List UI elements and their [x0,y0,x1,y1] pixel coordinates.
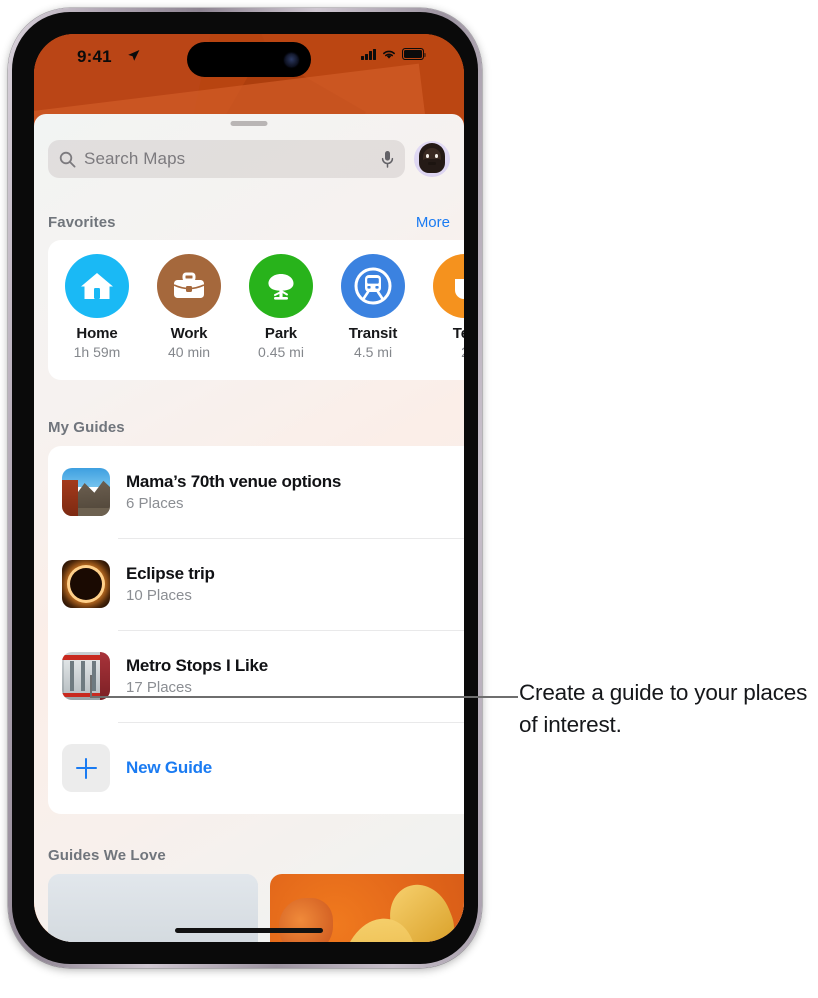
guide-title: Mama’s 70th venue options [126,472,342,491]
new-guide-button[interactable]: New Guide [48,722,464,814]
callout-text: Create a guide to your places of interes… [519,680,808,737]
favorite-sublabel: 40 min [167,344,211,360]
favorite-item-park[interactable]: Park 0.45 mi [244,254,318,360]
favorite-sublabel: 1h 59m [73,344,121,360]
memoji-avatar[interactable] [414,141,450,177]
favorites-more-button[interactable]: More [416,214,450,231]
train-icon [341,254,405,318]
guide-places-count: 6 Places [126,495,184,512]
status-time: 9:41 [77,47,112,66]
favorite-item-tea[interactable]: Tea 2 [428,254,464,360]
iphone-device-frame: 9:41 Search Maps Favorites More Home 1h … [8,8,482,968]
new-guide-label: New Guide [126,758,213,777]
cup-icon [433,254,464,318]
favorite-sublabel: 0.45 mi [258,344,304,360]
guide-row[interactable]: Mama’s 70th venue options 6 Places [48,446,464,538]
favorite-label: Tea [452,325,464,342]
device-bezel: 9:41 Search Maps Favorites More Home 1h … [12,12,478,964]
my-guides-card: Mama’s 70th venue options 6 Places Eclip… [48,446,464,814]
callout-leader-line [90,675,518,698]
search-row: Search Maps [34,138,464,180]
favorite-sublabel: 2 [428,344,464,360]
tree-icon [249,254,313,318]
solar-eclipse-thumbnail [62,560,110,608]
favorite-label: Work [170,325,208,342]
my-guides-section-title: My Guides [48,419,125,436]
search-icon [59,151,76,168]
favorite-label: Home [76,325,118,342]
favorite-label: Park [264,325,298,342]
maps-bottom-sheet[interactable]: Search Maps Favorites More Home 1h 59m W… [34,114,464,942]
wifi-icon [383,50,395,59]
favorites-card: Home 1h 59m Work 40 min Park 0.45 mi Tra… [48,240,464,380]
favorite-item-work[interactable]: Work 40 min [152,254,226,360]
favorite-sublabel: 4.5 mi [353,344,393,360]
search-placeholder: Search Maps [84,149,186,168]
favorites-section-title: Favorites [48,214,116,231]
guide-row[interactable]: Eclipse trip 10 Places [48,538,464,630]
status-bar: 9:41 [34,34,464,86]
guide-places-count: 10 Places [126,587,192,604]
battery-full-icon [402,48,427,60]
status-indicators [361,48,427,60]
favorite-label: Transit [348,325,398,342]
microphone-icon[interactable] [381,150,394,169]
sheet-grabber[interactable] [230,121,268,126]
desert-canyon-thumbnail [62,468,110,516]
cellular-bars-icon [361,48,376,60]
location-arrow-icon [128,50,140,61]
briefcase-icon [157,254,221,318]
dynamic-island[interactable] [187,42,311,77]
search-input[interactable]: Search Maps [48,140,405,178]
plus-icon [62,744,110,792]
screenshot-root: 9:41 Search Maps Favorites More Home 1h … [0,0,818,998]
phone-screen: 9:41 Search Maps Favorites More Home 1h … [34,34,464,942]
front-camera-icon [285,53,298,66]
guides-we-love-section-title: Guides We Love [48,847,166,864]
guide-title: Eclipse trip [126,564,215,583]
favorite-item-home[interactable]: Home 1h 59m [60,254,134,360]
favorite-item-transit[interactable]: Transit 4.5 mi [336,254,410,360]
house-icon [65,254,129,318]
home-indicator[interactable] [175,927,323,933]
